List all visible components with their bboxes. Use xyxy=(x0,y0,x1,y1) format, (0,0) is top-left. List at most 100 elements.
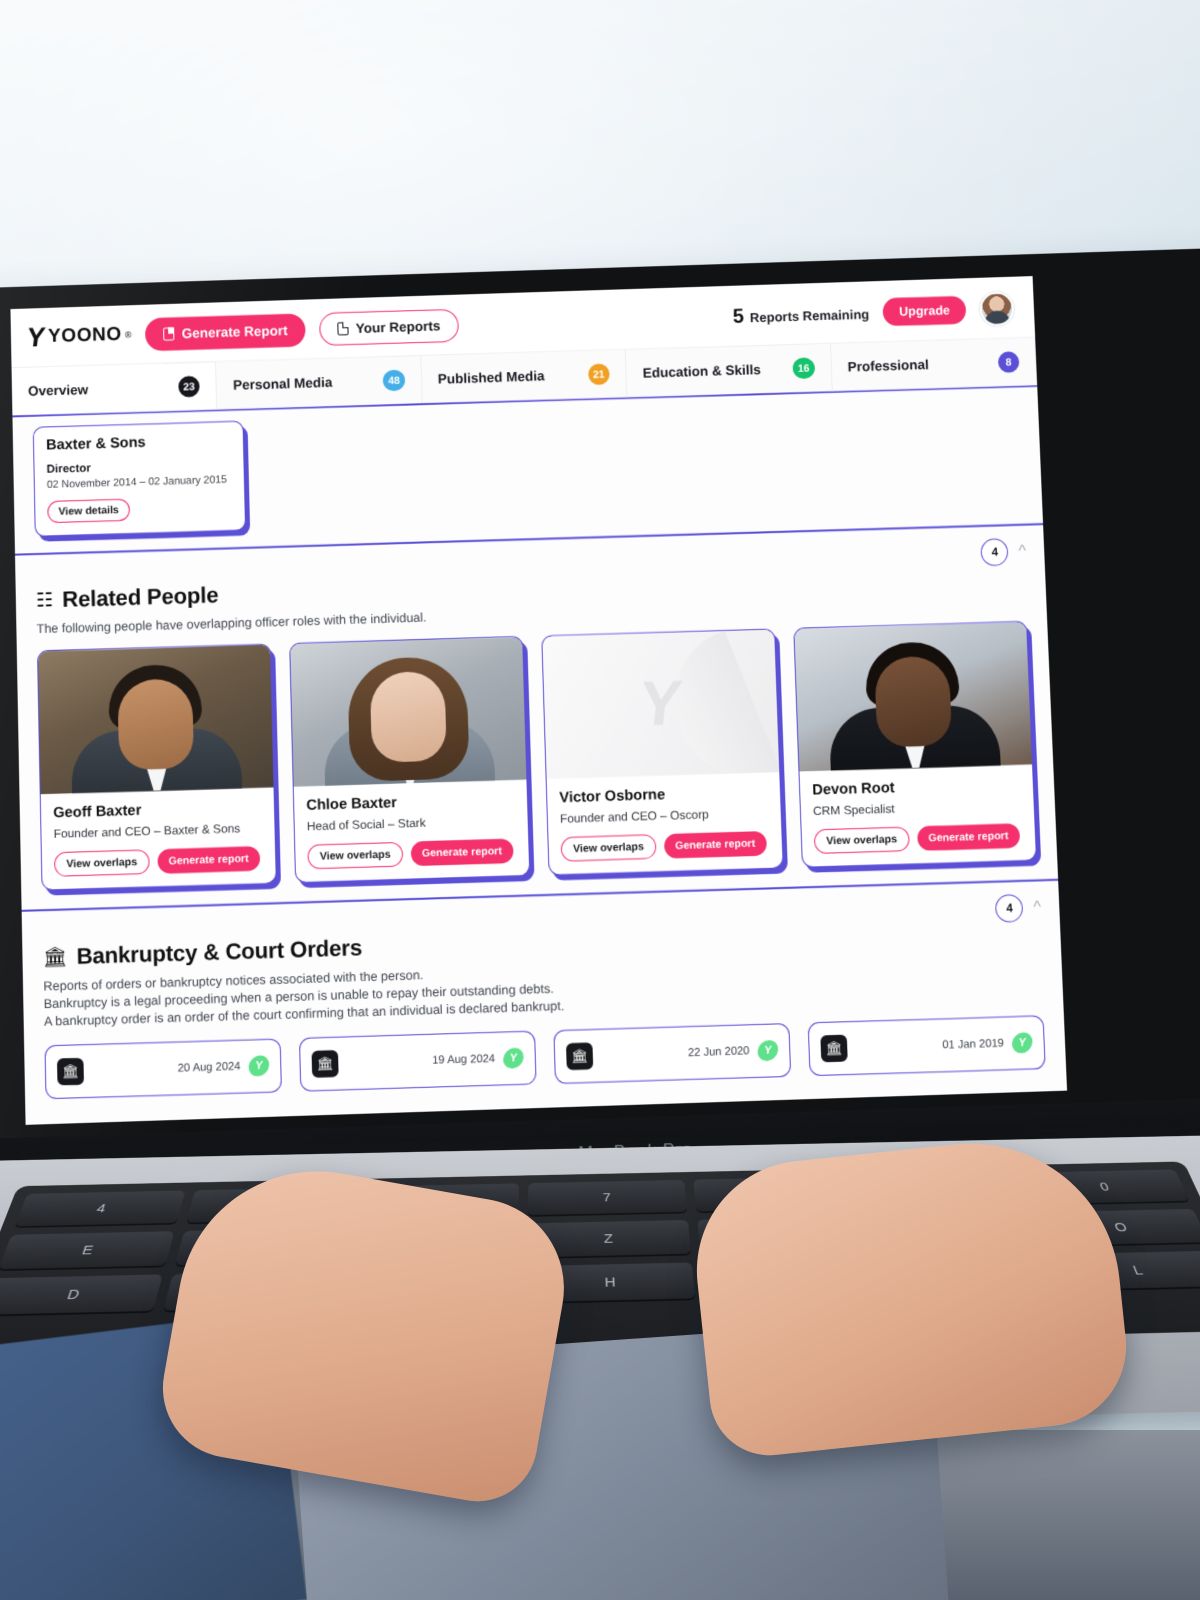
yoono-logo-mark: Y xyxy=(25,321,47,353)
user-avatar[interactable] xyxy=(979,291,1015,327)
yoono-source-icon: Y xyxy=(1011,1032,1034,1054)
yoono-watermark-icon: Y xyxy=(635,668,686,741)
chevron-up-icon[interactable]: ^ xyxy=(1033,898,1041,917)
record-date: 01 Jan 2019 xyxy=(942,1037,1005,1052)
person-details: Devon Root CRM Specialist View overlaps Gen… xyxy=(799,764,1036,866)
yoono-logo[interactable]: Y YOONO ® xyxy=(25,321,132,353)
yoono-logo-text: YOONO xyxy=(47,323,123,348)
person-card[interactable]: Geoff Baxter Founder and CEO – Baxter & S… xyxy=(36,643,277,891)
yoono-source-icon: Y xyxy=(756,1039,780,1062)
person-details: Geoff Baxter Founder and CEO – Baxter & S… xyxy=(41,787,276,889)
person-face xyxy=(117,678,195,771)
right-hand xyxy=(685,1128,1135,1462)
bankruptcy-count[interactable]: 4 xyxy=(995,894,1024,923)
bank-icon: 🏛 xyxy=(565,1042,594,1071)
reports-remaining-count: 5 xyxy=(732,304,745,328)
tab-count-badge: 48 xyxy=(382,369,406,392)
tab-count-badge: 21 xyxy=(587,363,611,386)
person-card[interactable]: Devon Root CRM Specialist View overlaps Gen… xyxy=(793,620,1038,868)
photo-scene: Y YOONO ® Generate Report Your Reports 5… xyxy=(0,0,1200,1600)
bankruptcy-record-card[interactable]: 🏛 19 Aug 2024 Y xyxy=(298,1030,537,1092)
person-card[interactable]: Chloe Baxter Head of Social – Stark View o… xyxy=(289,635,531,884)
related-people-section: 4 ^ ☷ Related People The following peopl… xyxy=(15,524,1059,912)
view-overlaps-button[interactable]: View overlaps xyxy=(560,834,657,862)
view-overlaps-button[interactable]: View overlaps xyxy=(813,826,910,855)
view-details-button[interactable]: View details xyxy=(47,498,131,524)
generate-report-button[interactable]: Generate report xyxy=(157,846,260,874)
person-actions: View overlaps Generate report xyxy=(307,838,516,870)
key[interactable]: 7 xyxy=(527,1179,688,1216)
related-people-controls: 4 ^ xyxy=(980,538,1027,567)
tab-count-badge: 16 xyxy=(792,357,815,380)
key[interactable]: D xyxy=(0,1274,164,1315)
person-face xyxy=(369,670,447,763)
person-details: Victor Osborne Founder and CEO – Oscorp Vi… xyxy=(547,772,783,874)
tab-label: Published Media xyxy=(437,368,545,387)
view-overlaps-button[interactable]: View overlaps xyxy=(307,841,404,870)
placeholder-swoosh xyxy=(673,629,780,776)
person-photo xyxy=(290,636,527,787)
related-people-list: Geoff Baxter Founder and CEO – Baxter & S… xyxy=(36,620,1038,891)
person-role: Head of Social – Stark xyxy=(306,815,426,834)
laptop-screen: Y YOONO ® Generate Report Your Reports 5… xyxy=(10,276,1068,1125)
bank-icon: 🏛 xyxy=(42,946,68,969)
person-details: Chloe Baxter Head of Social – Stark View o… xyxy=(294,780,530,882)
your-reports-button[interactable]: Your Reports xyxy=(319,308,459,346)
bankruptcy-controls: 4 ^ xyxy=(995,894,1041,923)
tab-professional[interactable]: Professional 8 xyxy=(830,337,1038,392)
view-overlaps-button[interactable]: View overlaps xyxy=(53,849,150,877)
tab-personal-media[interactable]: Personal Media 48 xyxy=(216,356,423,410)
person-name: Devon Root xyxy=(812,779,895,799)
generate-report-button[interactable]: Generate Report xyxy=(145,312,306,351)
person-name: Chloe Baxter xyxy=(306,794,398,814)
role-card[interactable]: Baxter & Sons Director 02 November 2014 … xyxy=(32,420,247,537)
chevron-up-icon[interactable]: ^ xyxy=(1018,542,1026,560)
related-people-count[interactable]: 4 xyxy=(980,538,1010,567)
upgrade-button[interactable]: Upgrade xyxy=(882,295,967,327)
record-meta: 22 Jun 2020 Y xyxy=(687,1039,780,1063)
reports-remaining: 5 Reports Remaining xyxy=(732,301,869,328)
tab-label: Education & Skills xyxy=(642,362,762,381)
tab-overview[interactable]: Overview 23 xyxy=(11,362,218,416)
tab-label: Overview xyxy=(27,382,89,399)
laptop-lid: Y YOONO ® Generate Report Your Reports 5… xyxy=(0,247,1200,1208)
person-photo xyxy=(38,644,274,795)
key[interactable]: 4 xyxy=(14,1190,186,1227)
related-people-title: Related People xyxy=(62,582,219,613)
bankruptcy-record-card[interactable]: 🏛 20 Aug 2024 Y xyxy=(44,1038,282,1100)
generate-report-button[interactable]: Generate report xyxy=(916,823,1020,851)
page-content: Baxter & Sons Director 02 November 2014 … xyxy=(12,386,1067,1119)
role-company: Baxter & Sons xyxy=(45,434,146,454)
generate-report-button[interactable]: Generate report xyxy=(410,838,514,867)
yoono-source-icon: Y xyxy=(247,1055,271,1077)
generate-report-button[interactable]: Generate report xyxy=(663,830,767,859)
bankruptcy-record-card[interactable]: 🏛 22 Jun 2020 Y xyxy=(553,1022,792,1084)
record-meta: 01 Jan 2019 Y xyxy=(942,1032,1034,1055)
tab-label: Professional xyxy=(847,357,929,375)
person-name: Victor Osborne xyxy=(559,786,666,807)
person-face xyxy=(874,655,953,748)
your-reports-label: Your Reports xyxy=(355,317,441,336)
person-actions: View overlaps Generate report xyxy=(813,823,1024,855)
key[interactable]: E xyxy=(0,1231,175,1270)
record-meta: 19 Aug 2024 Y xyxy=(432,1047,525,1071)
document-plus-icon xyxy=(163,326,175,341)
bankruptcy-record-card[interactable]: 🏛 01 Jan 2019 Y xyxy=(807,1015,1046,1077)
reports-remaining-label: Reports Remaining xyxy=(749,306,870,325)
tab-education-skills[interactable]: Education & Skills 16 xyxy=(625,343,833,398)
yoono-app: Y YOONO ® Generate Report Your Reports 5… xyxy=(10,278,1067,1119)
person-name: Geoff Baxter xyxy=(53,802,142,822)
person-role: Founder and CEO – Oscorp xyxy=(559,806,709,826)
bankruptcy-title: Bankruptcy & Court Orders xyxy=(76,934,363,969)
record-date: 22 Jun 2020 xyxy=(687,1044,750,1060)
person-actions: View overlaps Generate report xyxy=(53,846,263,877)
yoono-source-icon: Y xyxy=(502,1047,525,1069)
bank-icon: 🏛 xyxy=(820,1034,848,1063)
person-actions: View overlaps Generate report xyxy=(560,830,770,862)
person-card[interactable]: Y Victor Osborne Founder and CEO – Oscorp V… xyxy=(541,628,784,876)
bank-icon: 🏛 xyxy=(311,1050,339,1078)
document-icon xyxy=(337,321,349,335)
record-meta: 20 Aug 2024 Y xyxy=(177,1055,271,1078)
tab-label: Personal Media xyxy=(232,374,333,393)
tab-published-media[interactable]: Published Media 21 xyxy=(421,349,628,404)
